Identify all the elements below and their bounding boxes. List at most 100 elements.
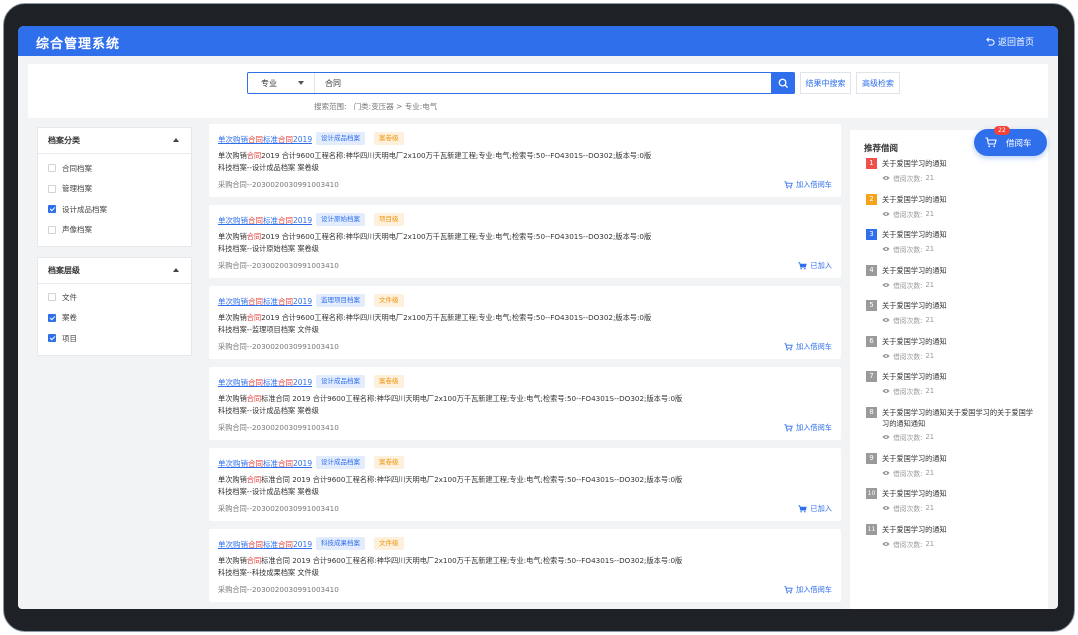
recommend-item-title[interactable]: 关于爱国学习的通知 [882, 453, 1036, 464]
added-to-cart-button[interactable]: 已加入 [798, 504, 832, 514]
desc-highlight: 合同 [246, 313, 262, 322]
title-text: 2019 [293, 297, 313, 306]
title-highlight: 合同 [248, 135, 263, 144]
category-filter-item[interactable]: 声像档案 [38, 220, 191, 241]
category-filter-label: 合同档案 [62, 163, 92, 173]
level-filter-item[interactable]: 案卷 [38, 308, 191, 329]
added-to-cart-button[interactable]: 已加入 [798, 261, 832, 271]
title-text: 单次购销 [218, 216, 248, 225]
recommend-item-title[interactable]: 关于爱国学习的通知 [882, 194, 1036, 205]
add-to-cart-button[interactable]: 加入借阅车 [784, 423, 832, 433]
checkbox-checked-icon[interactable] [48, 334, 56, 343]
archive-level-tag: 案卷级 [374, 456, 404, 469]
level-filter-panel: 档案层级 文件 案卷项目 [37, 257, 192, 356]
app-title: 综合管理系统 [36, 37, 121, 52]
search-type-select[interactable]: 专业 [248, 73, 315, 93]
desc-text: 单次购销 [218, 556, 247, 565]
title-text: 标准 [263, 297, 278, 306]
desc-text: 单次购销 [218, 394, 247, 403]
borrow-count-value: 21 [925, 209, 935, 218]
result-title-link[interactable]: 单次购销合同标准合同2019 [218, 377, 312, 388]
result-card: 单次购销合同标准合同2019 设计成品档案 案卷级 单次购销合同2019 合计9600… [209, 124, 841, 197]
back-home-button[interactable]: 返回首页 [986, 35, 1034, 48]
title-text: 2019 [293, 459, 313, 468]
search-button[interactable] [771, 72, 795, 94]
borrow-count-value: 21 [925, 280, 935, 289]
title-highlight: 合同 [248, 297, 263, 306]
title-text: 标准 [263, 459, 278, 468]
result-code: 采购合同--2030020030991003410 [218, 585, 339, 594]
add-to-cart-button[interactable]: 加入借阅车 [784, 342, 832, 352]
category-filter-item[interactable]: 合同档案 [38, 158, 191, 179]
title-highlight: 合同 [278, 459, 293, 468]
recommend-item-title[interactable]: 关于爱国学习的通知 [882, 371, 1036, 382]
eye-icon [882, 389, 890, 393]
title-highlight: 合同 [248, 378, 263, 387]
search-in-results-button[interactable]: 结果中搜索 [800, 72, 851, 94]
archive-level-tag: 案卷级 [374, 375, 404, 388]
result-title-link[interactable]: 单次购销合同标准合同2019 [218, 215, 312, 226]
recommend-item-title[interactable]: 关于爱国学习的通知 [882, 158, 1036, 169]
result-title-link[interactable]: 单次购销合同标准合同2019 [218, 296, 312, 307]
recommend-item-title[interactable]: 关于爱国学习的通知 [882, 229, 1036, 240]
title-text: 单次购销 [218, 297, 248, 306]
checkbox-icon[interactable] [48, 293, 56, 302]
level-filter-label: 项目 [62, 333, 77, 343]
add-to-cart-button[interactable]: 加入借阅车 [784, 585, 832, 595]
level-filter-item[interactable]: 文件 [38, 287, 191, 308]
search-input[interactable] [315, 73, 771, 93]
checkbox-checked-icon[interactable] [48, 313, 56, 322]
borrow-count: 借阅次数: 21 [882, 386, 934, 396]
borrow-cart-button[interactable]: 22 借阅车 [974, 126, 1047, 156]
checkbox-icon[interactable] [48, 164, 56, 173]
eye-icon [882, 282, 890, 287]
result-title-link[interactable]: 单次购销合同标准合同2019 [218, 134, 312, 145]
chevron-up-icon[interactable] [173, 138, 179, 142]
title-text: 2019 [293, 135, 313, 144]
result-title-link[interactable]: 单次购销合同标准合同2019 [218, 458, 312, 469]
eye-icon [882, 353, 890, 358]
result-description: 单次购销合同2019 合计9600工程名称:神华四川天明电厂2x100万千瓦新建… [218, 231, 778, 255]
cart-icon [784, 424, 793, 432]
recommend-item-title[interactable]: 关于爱国学习的通知关于爱国学习的关于爱国学习的通知通知 [882, 407, 1036, 429]
cart-icon [784, 586, 793, 594]
borrow-count-value: 21 [925, 432, 935, 441]
category-filter-item[interactable]: 设计成品档案 [38, 199, 191, 220]
add-to-cart-label: 已加入 [810, 261, 832, 270]
checkbox-icon[interactable] [48, 225, 56, 234]
advanced-search-button[interactable]: 高级检索 [856, 72, 900, 94]
cart-icon [784, 343, 793, 351]
rank-badge: 4 [866, 264, 877, 276]
recommend-item-title[interactable]: 关于爱国学习的通知 [882, 336, 1036, 347]
desc-text: 标准合同 2019 合计9600工程名称:神华四川天明电厂2x100万千瓦新建工… [261, 556, 683, 565]
checkbox-icon[interactable] [48, 184, 56, 193]
rank-badge: 9 [866, 452, 877, 464]
result-title-link[interactable]: 单次购销合同标准合同2019 [218, 539, 312, 550]
category-filter-header[interactable]: 档案分类 [38, 128, 191, 154]
cart-label: 借阅车 [1006, 138, 1032, 149]
cart-icon [798, 262, 808, 270]
title-text: 标准 [263, 216, 278, 225]
desc-text: 2019 合计9600工程名称:神华四川天明电厂2x100万千瓦新建工程;专业:… [261, 151, 652, 160]
archive-level-tag: 文件级 [374, 294, 404, 307]
desc-text: 单次购销 [218, 151, 247, 160]
add-to-cart-button[interactable]: 加入借阅车 [784, 180, 832, 190]
recommend-item-title[interactable]: 关于爱国学习的通知 [882, 488, 1036, 499]
result-description: 单次购销合同标准合同 2019 合计9600工程名称:神华四川天明电厂2x100… [218, 555, 778, 579]
chevron-up-icon[interactable] [173, 268, 179, 272]
eye-icon [882, 247, 890, 251]
borrow-count: 借阅次数: 21 [882, 468, 934, 478]
recommend-item-title[interactable]: 关于爱国学习的通知 [882, 300, 1036, 311]
recommend-item-title[interactable]: 关于爱国学习的通知 [882, 265, 1036, 276]
desc-highlight: 合同 [246, 556, 262, 565]
rank-badge: 7 [866, 371, 877, 382]
level-filter-item[interactable]: 项目 [38, 328, 191, 349]
recommend-item-title[interactable]: 关于爱国学习的通知 [882, 524, 1036, 535]
archive-type-tag: 监理项目档案 [316, 294, 365, 307]
result-description: 单次购销合同标准合同 2019 合计9600工程名称:神华四川天明电厂2x100… [218, 474, 778, 498]
checkbox-checked-icon[interactable] [48, 205, 56, 214]
result-code: 采购合同--2030020030991003410 [218, 423, 339, 432]
category-filter-item[interactable]: 管理档案 [38, 179, 191, 200]
level-filter-header[interactable]: 档案层级 [38, 258, 191, 284]
eye-icon [882, 211, 890, 216]
